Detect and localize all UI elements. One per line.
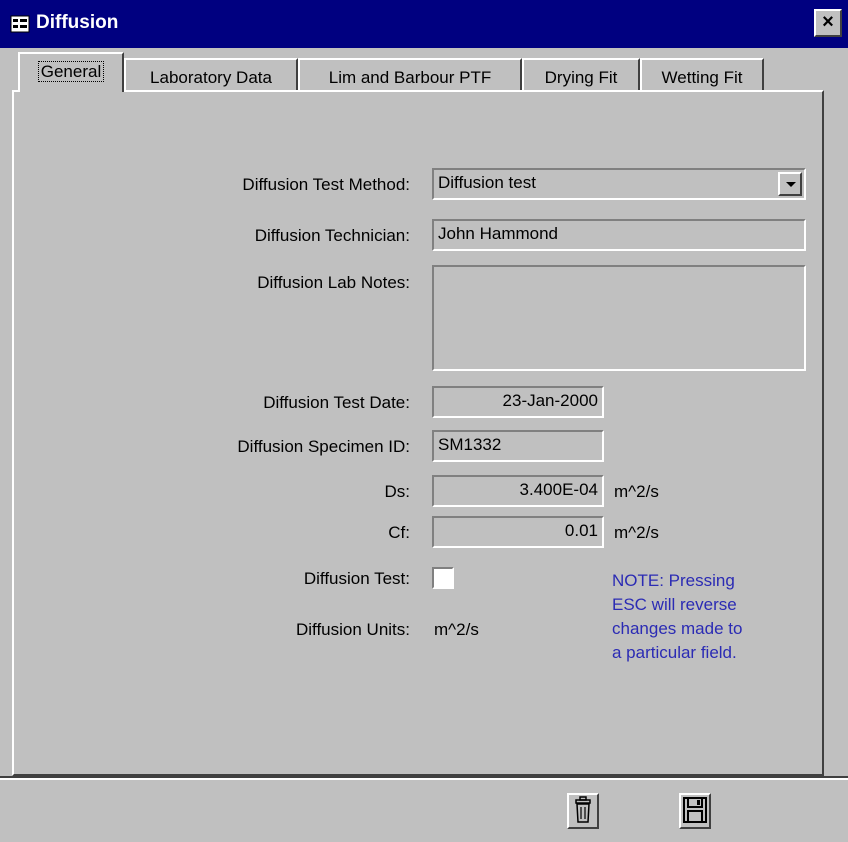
specimen-id-label: Diffusion Specimen ID: <box>237 437 410 456</box>
technician-label: Diffusion Technician: <box>254 226 410 245</box>
diffusion-test-label: Diffusion Test: <box>303 569 410 588</box>
cf-label: Cf: <box>388 523 410 542</box>
esc-note: NOTE: Pressing ESC will reverse changes … <box>612 569 812 665</box>
test-date-label: Diffusion Test Date: <box>263 393 410 412</box>
ds-field[interactable]: 3.400E-04 <box>432 475 604 507</box>
cf-unit: m^2/s <box>614 523 659 542</box>
ds-unit: m^2/s <box>614 482 659 501</box>
ds-label: Ds: <box>384 482 411 501</box>
units-value: m^2/s <box>434 620 479 639</box>
lab-notes-field[interactable] <box>432 265 806 371</box>
window-title: Diffusion <box>36 12 119 33</box>
form-icon <box>10 15 30 33</box>
cf-field[interactable]: 0.01 <box>432 516 604 548</box>
dropdown-arrow-icon[interactable] <box>778 172 802 196</box>
diffusion-window: Diffusion × General Laboratory Data Lim … <box>0 0 848 842</box>
lab-notes-label: Diffusion Lab Notes: <box>257 273 410 292</box>
delete-record-button[interactable] <box>567 793 599 829</box>
test-date-field[interactable]: 23-Jan-2000 <box>432 386 604 418</box>
floppy-disk-icon <box>683 797 707 823</box>
tab-label: Wetting Fit <box>661 68 743 87</box>
tab-wetting-fit[interactable]: Wetting Fit <box>640 58 764 92</box>
trash-icon <box>575 796 591 823</box>
technician-field[interactable]: John Hammond <box>432 219 806 251</box>
tab-label: Laboratory Data <box>150 68 272 87</box>
diffusion-test-checkbox[interactable] <box>432 567 454 589</box>
tab-lim-and-barbour-ptf[interactable]: Lim and Barbour PTF <box>298 58 522 92</box>
note-line: changes made to <box>612 619 743 638</box>
units-label: Diffusion Units: <box>295 620 410 639</box>
note-line: a particular field. <box>612 643 737 662</box>
test-method-value: Diffusion test <box>438 173 536 192</box>
test-method-combo[interactable]: Diffusion test <box>432 168 806 200</box>
tab-label: General <box>37 61 105 82</box>
close-icon: × <box>822 11 834 33</box>
save-record-button[interactable] <box>679 793 711 829</box>
footer-divider-highlight <box>0 778 848 780</box>
title-bar: Diffusion × <box>0 0 848 48</box>
specimen-id-field[interactable]: SM1332 <box>432 430 604 462</box>
note-line: ESC will reverse <box>612 595 737 614</box>
tab-label: Drying Fit <box>544 68 618 87</box>
tab-drying-fit[interactable]: Drying Fit <box>522 58 640 92</box>
test-method-label: Diffusion Test Method: <box>242 175 410 194</box>
close-button[interactable]: × <box>814 9 842 37</box>
tab-label: Lim and Barbour PTF <box>328 68 492 87</box>
tab-general[interactable]: General <box>18 52 124 92</box>
note-line: NOTE: Pressing <box>612 571 735 590</box>
tab-laboratory-data[interactable]: Laboratory Data <box>124 58 298 92</box>
